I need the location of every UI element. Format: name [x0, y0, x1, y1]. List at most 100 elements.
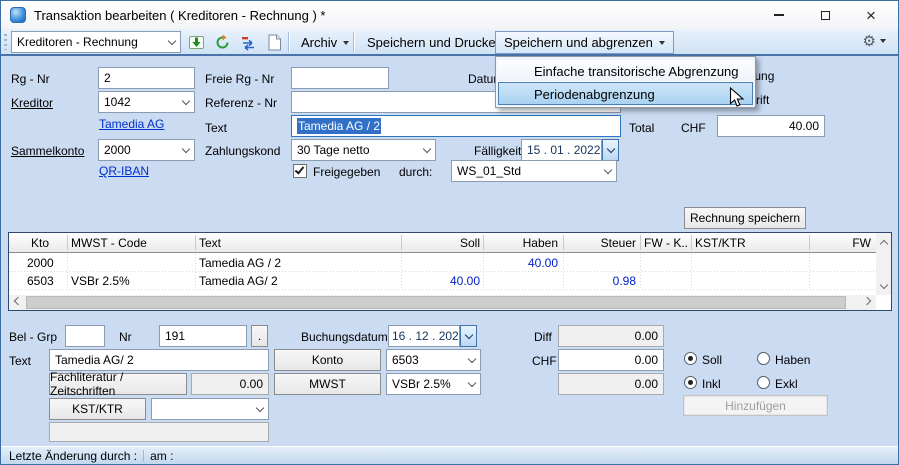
- column-divider[interactable]: [483, 235, 484, 250]
- durch-label: durch:: [399, 165, 432, 179]
- text-label: Text: [205, 121, 227, 135]
- column-divider[interactable]: [401, 235, 402, 250]
- freie-rg-nr-input[interactable]: [291, 67, 389, 89]
- chevron-down-icon: [604, 165, 612, 173]
- konto-select[interactable]: 6503: [386, 349, 481, 371]
- chf-input[interactable]: 0.00: [558, 349, 664, 371]
- close-button[interactable]: ×: [856, 5, 886, 25]
- mwst-button[interactable]: MWST: [274, 373, 381, 395]
- kreditor-name-link[interactable]: Tamedia AG: [99, 117, 164, 131]
- total-label: Total: [629, 121, 654, 135]
- column-header-kst[interactable]: KST/KTR: [695, 236, 805, 250]
- minimize-button[interactable]: [764, 5, 794, 25]
- rg-nr-label: Rg - Nr: [11, 72, 50, 86]
- buchungsdatum-input[interactable]: 16 . 12 . 2021: [388, 325, 460, 347]
- column-divider[interactable]: [640, 235, 641, 250]
- zahlungskond-value: 30 Tage netto: [297, 143, 370, 157]
- horizontal-scrollbar[interactable]: [9, 295, 876, 310]
- faelligkeit-date-input[interactable]: 15 . 01 . 2022: [521, 139, 602, 161]
- qr-iban-link[interactable]: QR-IBAN: [99, 164, 149, 178]
- kst-ktr-button[interactable]: KST/KTR: [49, 398, 146, 420]
- kst-ktr-select[interactable]: [151, 398, 269, 420]
- check-icon: [295, 164, 305, 174]
- document-type-select[interactable]: Kreditoren - Rechnung: [11, 31, 181, 53]
- konto-button[interactable]: Konto: [274, 349, 381, 371]
- freigegeben-checkbox[interactable]: [293, 164, 307, 178]
- cell-text: Tamedia AG/ 2: [199, 274, 399, 288]
- zahlungskond-select[interactable]: 30 Tage netto: [291, 139, 436, 161]
- sammelkonto-label[interactable]: Sammelkonto: [11, 144, 84, 158]
- soll-radio[interactable]: [684, 352, 697, 365]
- betrag2-field: 0.00: [558, 373, 664, 395]
- radio-dot: [688, 380, 693, 385]
- sammelkonto-select[interactable]: 2000: [98, 139, 195, 161]
- mwst-select[interactable]: VSBr 2.5%: [386, 373, 481, 395]
- cell-steuer: 0.98: [566, 274, 636, 288]
- haben-radio[interactable]: [757, 352, 770, 365]
- chevron-left-icon: [14, 297, 22, 305]
- kreditor-select[interactable]: 1042: [98, 91, 195, 113]
- scroll-up-button[interactable]: [876, 235, 891, 249]
- toolbar-separator: [353, 32, 354, 52]
- new-document-button[interactable]: [263, 32, 285, 53]
- column-header-steuer[interactable]: Steuer: [566, 236, 636, 250]
- new-document-icon: [267, 34, 282, 51]
- detail-text-input[interactable]: Tamedia AG/ 2: [49, 349, 269, 371]
- menu-item-periodenabgrenzung[interactable]: Periodenabgrenzung: [498, 82, 753, 105]
- import-button[interactable]: [185, 32, 207, 53]
- faelligkeit-calendar-button[interactable]: [602, 139, 619, 161]
- column-header-fw[interactable]: FW: [809, 236, 871, 250]
- kreditor-label[interactable]: Kreditor: [11, 96, 53, 110]
- archiv-menu-button[interactable]: Archiv: [293, 31, 357, 54]
- scroll-right-button[interactable]: [860, 295, 874, 310]
- maximize-button[interactable]: [810, 5, 840, 25]
- fachliteratur-button[interactable]: Fachliteratur / Zeitschriften: [49, 373, 187, 395]
- fachliteratur-amount-field: 0.00: [191, 373, 269, 395]
- scrollbar-thumb[interactable]: [26, 296, 846, 309]
- rechnung-speichern-button[interactable]: Rechnung speichern: [684, 207, 806, 229]
- sammelkonto-value: 2000: [104, 143, 131, 157]
- cell-kto: 2000: [27, 256, 65, 270]
- column-divider[interactable]: [809, 235, 810, 250]
- total-input[interactable]: 40.00: [717, 115, 825, 137]
- column-header-fwk[interactable]: FW - K..: [644, 236, 690, 250]
- column-divider[interactable]: [563, 235, 564, 250]
- column-header-soll[interactable]: Soll: [404, 236, 480, 250]
- column-divider[interactable]: [67, 235, 68, 250]
- column-header-text[interactable]: Text: [199, 236, 399, 250]
- text-input[interactable]: Tamedia AG / 2: [291, 115, 621, 137]
- table-row[interactable]: 6503 VSBr 2.5% Tamedia AG/ 2 40.00 0.98: [9, 272, 876, 289]
- column-header-haben[interactable]: Haben: [486, 236, 558, 250]
- buchungsdatum-calendar-button[interactable]: [460, 325, 477, 347]
- app-icon: [10, 7, 26, 23]
- column-divider[interactable]: [691, 235, 692, 250]
- vertical-scrollbar[interactable]: [876, 233, 891, 295]
- dot-button[interactable]: .: [251, 325, 268, 347]
- column-header-mwst[interactable]: MWST - Code: [71, 236, 193, 250]
- settings-menu-button[interactable]: ⚙: [863, 32, 886, 50]
- buchungsdatum-label: Buchungsdatum: [301, 330, 388, 344]
- rg-nr-input[interactable]: 2: [98, 67, 195, 89]
- table-row[interactable]: 2000 Tamedia AG / 2 40.00: [9, 254, 876, 271]
- bel-grp-input[interactable]: [65, 325, 105, 347]
- refresh-button[interactable]: [211, 32, 233, 53]
- inkl-radio[interactable]: [684, 376, 697, 389]
- column-divider[interactable]: [195, 235, 196, 250]
- chevron-down-icon: [256, 403, 264, 411]
- soll-label: Soll: [702, 353, 722, 367]
- status-bar: Letzte Änderung durch : am :: [1, 446, 898, 464]
- scroll-left-button[interactable]: [11, 295, 25, 310]
- hinzufuegen-button[interactable]: Hinzufügen: [683, 395, 828, 416]
- bel-grp-label: Bel - Grp: [9, 330, 57, 344]
- menu-item-einfache-abgrenzung[interactable]: Einfache transitorische Abgrenzung: [498, 59, 753, 82]
- toolbar-grip[interactable]: [4, 34, 7, 50]
- scroll-down-button[interactable]: [876, 279, 891, 293]
- column-header-kto[interactable]: Kto: [31, 236, 69, 250]
- dropdown-arrow-icon: [659, 41, 665, 45]
- durch-select[interactable]: WS_01_Std: [451, 160, 617, 182]
- nr-input[interactable]: 191: [159, 325, 247, 347]
- exkl-radio[interactable]: [757, 376, 770, 389]
- save-accrue-menu-button[interactable]: Speichern und abgrenzen: [495, 31, 674, 54]
- adjust-columns-button[interactable]: [237, 32, 259, 53]
- faelligkeit-label: Fälligkeit: [474, 144, 521, 158]
